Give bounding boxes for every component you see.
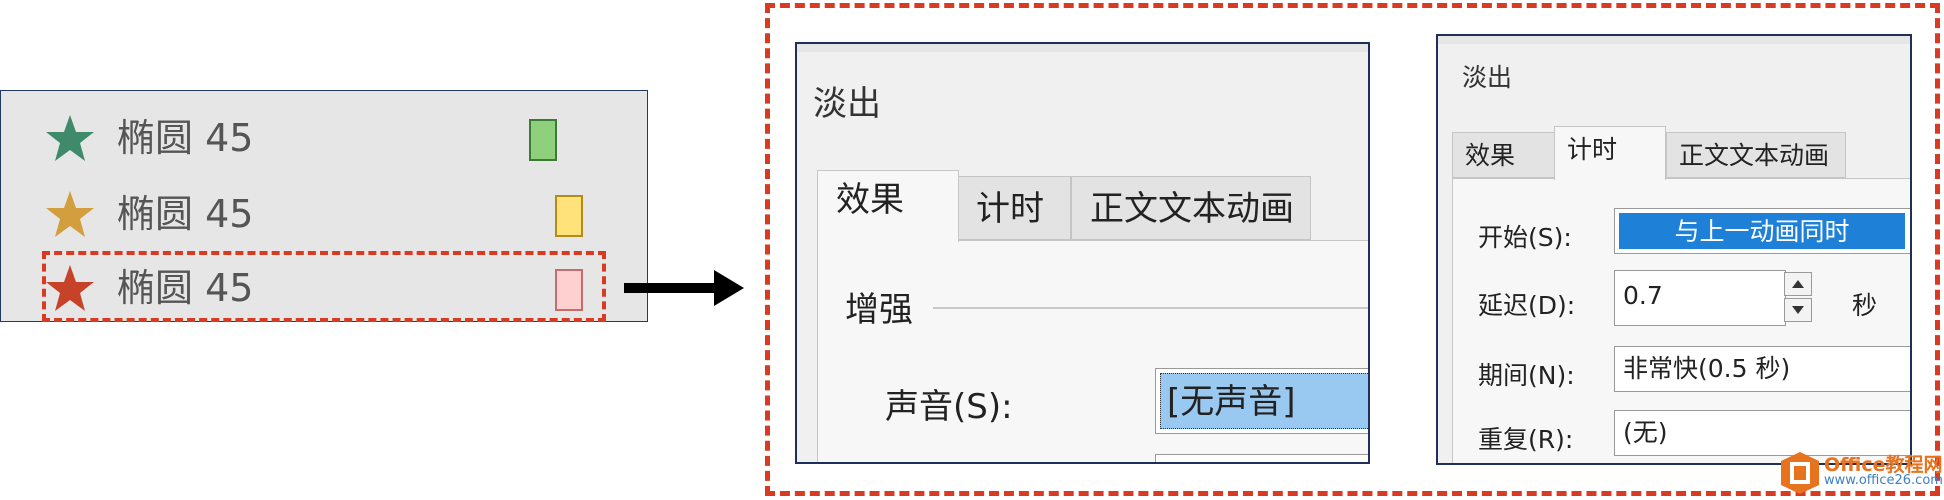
delay-input[interactable]: 0.7 (1614, 270, 1786, 326)
window-top-strip (1438, 36, 1910, 44)
timeline-bar[interactable] (529, 119, 557, 161)
fade-timing-dialog: 淡出 效果 计时 正文文本动画 开始(S): 与上一动画同时 延迟(D): 0.… (1436, 34, 1912, 465)
sound-selected-value: [无声音] (1160, 373, 1368, 429)
sound-label: 声音(S): (885, 387, 1013, 427)
start-label: 开始(S): (1478, 223, 1572, 252)
arrow-up-icon (1792, 280, 1804, 288)
dialog-title: 淡出 (813, 84, 881, 124)
star-icon (46, 191, 94, 237)
group-label-enhance: 增强 (845, 290, 913, 330)
tab-effect[interactable]: 效果 (817, 170, 959, 242)
after-animation-select[interactable] (1155, 454, 1368, 462)
delay-unit: 秒 (1852, 291, 1878, 320)
repeat-label: 重复(R): (1478, 425, 1574, 454)
arrow-down-icon (1792, 306, 1804, 314)
tab-timing[interactable]: 计时 (1554, 126, 1666, 180)
delay-label: 延迟(D): (1478, 291, 1576, 320)
star-shape (46, 115, 94, 161)
selected-item-highlight (42, 251, 606, 322)
watermark-url: www.office26.com (1824, 473, 1943, 488)
tab-effect[interactable]: 效果 (1452, 132, 1556, 178)
star-icon (46, 115, 94, 161)
delay-increment-button[interactable] (1784, 272, 1812, 296)
tab-text-animation[interactable]: 正文文本动画 (1071, 176, 1311, 240)
start-select[interactable]: 与上一动画同时 (1614, 208, 1910, 254)
animation-item-1[interactable]: 椭圆 45 (41, 105, 601, 171)
delay-decrement-button[interactable] (1784, 298, 1812, 322)
office-logo-icon (1781, 452, 1819, 494)
animation-item-2[interactable]: 椭圆 45 (41, 181, 601, 247)
group-divider (933, 307, 1368, 309)
sound-select[interactable]: [无声音] (1155, 368, 1368, 434)
animation-item-label: 椭圆 45 (117, 192, 254, 236)
tab-timing[interactable]: 计时 (957, 176, 1071, 240)
start-selected-value: 与上一动画同时 (1619, 213, 1905, 249)
animation-item-label: 椭圆 45 (117, 116, 254, 160)
tab-text-animation[interactable]: 正文文本动画 (1666, 132, 1846, 178)
timeline-bar[interactable] (555, 195, 583, 237)
star-shape (46, 191, 94, 237)
window-top-strip (797, 44, 1368, 52)
watermark: Office教程网 www.office26.com (1780, 448, 1943, 494)
dialog-title: 淡出 (1462, 63, 1513, 92)
fade-effect-dialog: 淡出 效果 计时 正文文本动画 增强 声音(S): [无声音] (795, 42, 1370, 464)
duration-select[interactable]: 非常快(0.5 秒) (1614, 346, 1910, 392)
duration-label: 期间(N): (1478, 361, 1575, 390)
arrow-right-icon (624, 270, 744, 306)
